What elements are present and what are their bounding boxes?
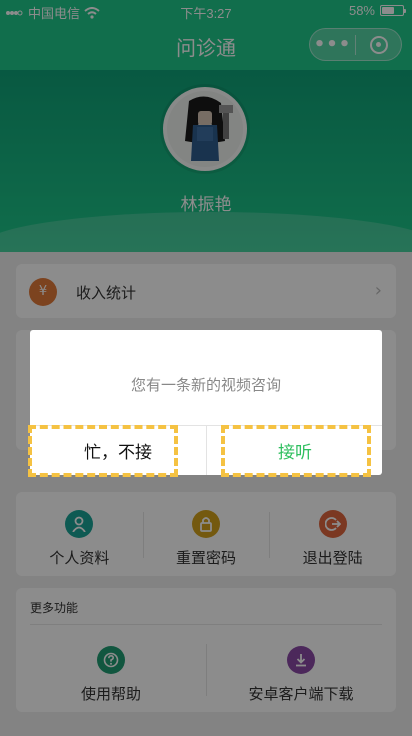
highlight-accept [221, 425, 371, 477]
highlight-decline [28, 425, 178, 477]
dialog-message: 您有一条新的视频咨询 [130, 376, 281, 394]
